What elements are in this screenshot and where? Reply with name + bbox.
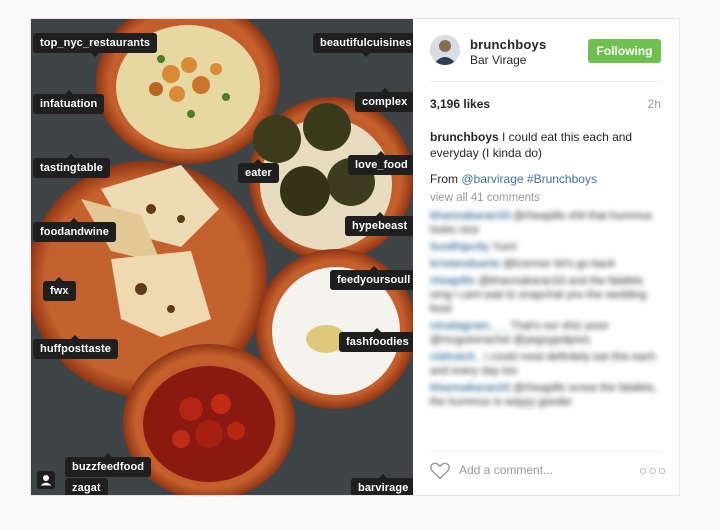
more-options-icon[interactable]: ○○○ (639, 462, 667, 478)
comment-username[interactable]: khannakaran33 (430, 382, 510, 394)
from-prefix: From (430, 172, 458, 186)
post-location[interactable]: Bar Virage (470, 53, 526, 67)
comment-text: Yum! (492, 241, 518, 253)
post-time: 2h (647, 97, 661, 111)
photo-tag[interactable]: complex (355, 88, 413, 112)
photo-tag[interactable]: feedyoursoull (330, 266, 413, 290)
comment-username[interactable]: ninatagram___ (430, 320, 508, 332)
comments-list: khannakaran33 @rheapills shit that hummu… (430, 209, 662, 412)
post-sidebar: brunchboys Bar Virage Following 3,196 li… (413, 19, 679, 495)
photo-tag[interactable]: beautifulcuisines (313, 33, 413, 57)
photo-tag[interactable]: huffposttaste (33, 335, 118, 359)
comment-username[interactable]: rheapills (430, 275, 475, 287)
post-caption: brunchboys I could eat this each and eve… (430, 129, 660, 161)
photo-tag[interactable]: fashfoodies (339, 328, 413, 352)
comment-text: @tcormor let's go back (502, 258, 616, 270)
add-comment-input[interactable] (459, 460, 619, 480)
photo-tag[interactable]: eater (238, 159, 279, 183)
hashtag-link[interactable]: #Brunchboys (527, 172, 597, 186)
post-photo[interactable]: top_nyc_restaurants beautifulcuisines in… (31, 19, 413, 495)
caption-from-line: From @barvirage #Brunchboys (430, 172, 597, 186)
comment: kristenduarte @tcormor let's go back (430, 257, 662, 271)
footer-divider (430, 451, 662, 452)
avatar[interactable] (430, 35, 460, 65)
comment: foodhipcity Yum! (430, 240, 662, 254)
view-all-comments-link[interactable]: view all 41 comments (430, 192, 540, 204)
heart-icon[interactable] (430, 462, 450, 480)
comment-username[interactable]: foodhipcity (430, 241, 489, 253)
comment-username[interactable]: kristenduarte (430, 258, 500, 270)
food-photo-illustration (31, 19, 413, 495)
photo-tag[interactable]: hypebeast (345, 212, 413, 236)
comment-username[interactable]: khannakaran33 (430, 210, 510, 222)
photo-tag[interactable]: fwx (43, 277, 76, 301)
photo-tag[interactable]: foodandwine (33, 218, 116, 242)
photo-tag[interactable]: barvirage (351, 474, 413, 495)
comment: ninatagram___ That's our shiz yooo @mcgu… (430, 319, 662, 347)
comment: khannakaran33 @rheapills screw the falaf… (430, 381, 662, 409)
photo-tag[interactable]: infatuation (33, 90, 105, 114)
post-username[interactable]: brunchboys (470, 37, 546, 52)
photo-tag[interactable]: zagat (65, 478, 108, 495)
caption-username[interactable]: brunchboys (430, 130, 499, 144)
photo-tag[interactable]: tastingtable (33, 154, 110, 178)
header-divider (430, 81, 662, 82)
comment-username[interactable]: clahutch_ (430, 351, 481, 363)
from-mention-link[interactable]: @barvirage (461, 172, 523, 186)
following-button[interactable]: Following (588, 39, 661, 63)
comment: khannakaran33 @rheapills shit that hummu… (430, 209, 662, 237)
user-tag-icon[interactable] (37, 471, 55, 489)
comment: clahutch_ I could most definitely eat th… (430, 350, 662, 378)
photo-tag[interactable]: buzzfeedfood (65, 453, 152, 477)
likes-count[interactable]: 3,196 likes (430, 97, 490, 111)
photo-tag[interactable]: love_food (348, 151, 413, 175)
photo-tag[interactable]: top_nyc_restaurants (33, 33, 158, 57)
post-card: top_nyc_restaurants beautifulcuisines in… (30, 18, 680, 496)
comment: rheapills @khannakaran33 and the falafel… (430, 274, 662, 316)
